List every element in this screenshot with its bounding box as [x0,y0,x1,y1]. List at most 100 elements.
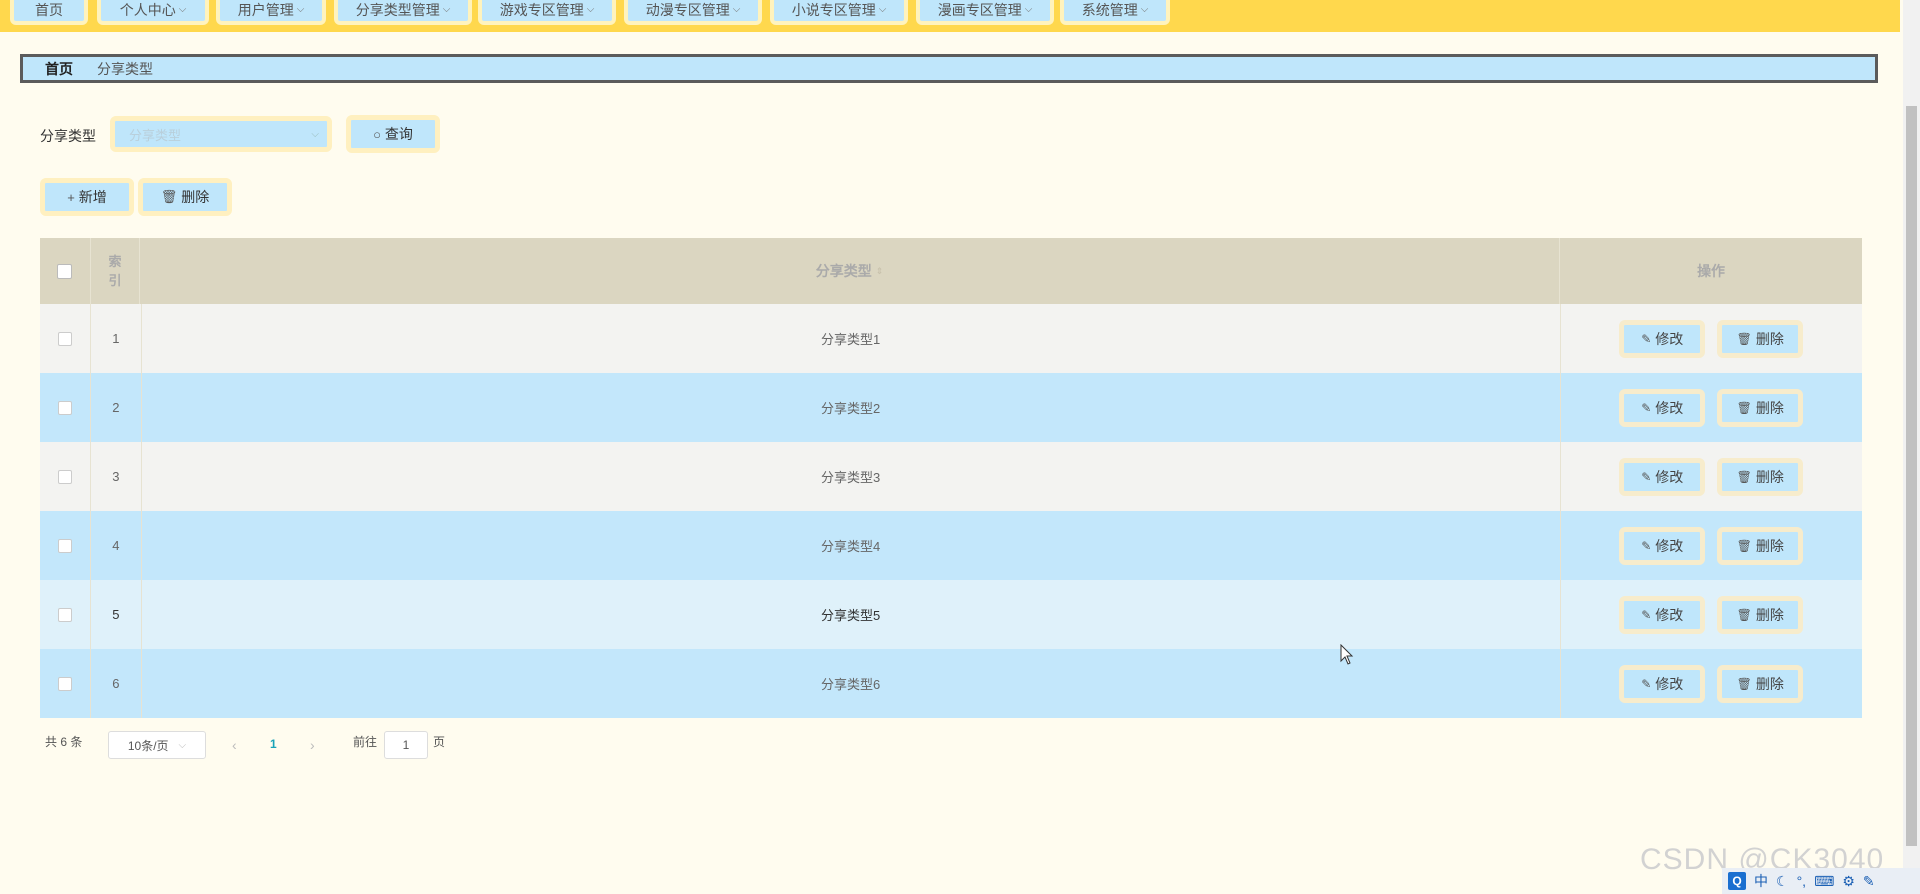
nav-item-label: 小说专区管理 [791,1,876,18]
nav-item-anime-zone-management[interactable]: 动漫专区管理 ⌵ [624,0,762,25]
edit-button[interactable]: ✎ 修改 [1619,457,1706,496]
share-type-search-input[interactable]: 分享类型 ⌵ [110,116,332,152]
page-scrollbar[interactable] [1903,0,1920,894]
delete-button-label: 删除 [1755,399,1784,416]
nav-item-label: 分享类型管理 [355,1,440,18]
plus-icon: + [67,189,75,205]
row-checkbox[interactable] [57,469,72,484]
pagination-total: 共 6 条 [45,733,82,750]
nav-item-comic-zone-management[interactable]: 漫画专区管理 ⌵ [916,0,1054,25]
search-label: 分享类型 [40,128,96,144]
settings-icon[interactable]: ⚙ [1842,873,1855,890]
query-button[interactable]: ○ 查询 [346,115,440,153]
nav-item-home[interactable]: 首页 [10,0,88,25]
row-checkbox[interactable] [57,676,72,691]
next-page-icon[interactable]: › [310,737,315,753]
chevron-down-icon: ⌵ [1024,4,1033,15]
nav-item-share-type-management[interactable]: 分享类型管理 ⌵ [334,0,472,25]
delete-button[interactable]: 🗑 删除 [1717,595,1804,634]
select-all-checkbox[interactable] [57,263,73,279]
edit-button[interactable]: ✎ 修改 [1619,595,1706,634]
nav-item-label: 用户管理 [237,1,294,18]
table-row: 5 分享类型5 ✎ 修改 🗑 删除 [40,580,1862,649]
delete-button-label: 删除 [1755,468,1784,485]
current-page[interactable]: 1 [270,737,277,751]
row-checkbox[interactable] [57,607,72,622]
delete-button-label: 删除 [1755,537,1784,554]
goto-page-value: 1 [402,738,410,752]
row-share-type: 分享类型3 [142,442,1561,511]
edit-icon: ✎ [1641,538,1652,553]
scrollbar-thumb[interactable] [1906,106,1917,846]
row-index: 5 [89,580,142,649]
edit-button[interactable]: ✎ 修改 [1619,526,1706,565]
nav-item-personal-center[interactable]: 个人中心 ⌵ [97,0,209,25]
header-operations: 操作 [1697,263,1726,279]
table-header: 索引 分享类型 ⇕ 操作 [40,238,1862,304]
delete-button[interactable]: 🗑 删除 [1717,388,1804,427]
row-index: 4 [89,511,142,580]
search-input-placeholder: 分享类型 [129,127,182,143]
nav-item-user-management[interactable]: 用户管理 ⌵ [216,0,326,25]
delete-button-label: 删除 [1755,330,1784,347]
bulk-delete-button[interactable]: 🗑 删除 [138,178,232,216]
prev-page-icon[interactable]: ‹ [232,737,237,753]
page-size-value: 10条/页 [127,738,169,753]
row-share-type: 分享类型1 [142,304,1561,373]
row-share-type: 分享类型2 [142,373,1561,442]
table-row: 6 分享类型6 ✎ 修改 🗑 删除 [40,649,1862,718]
nav-item-label: 动漫专区管理 [645,1,730,18]
row-share-type: 分享类型4 [142,511,1561,580]
ime-toolbar: Q 中 ☾ °, ⌨ ⚙ ✎ [1722,868,1920,894]
moon-icon[interactable]: ☾ [1776,873,1789,890]
page-size-select[interactable]: 10条/页 ⌵ [108,731,206,759]
row-checkbox[interactable] [57,538,72,553]
tool-icon[interactable]: ✎ [1863,873,1875,890]
trash-icon: 🗑 [1736,676,1752,691]
edit-button-label: 修改 [1655,399,1684,416]
row-index: 3 [89,442,142,511]
trash-icon: 🗑 [160,189,178,204]
add-button-label: 新增 [78,189,107,205]
breadcrumb-home[interactable]: 首页 [45,59,73,79]
delete-button[interactable]: 🗑 删除 [1717,457,1804,496]
goto-page-input[interactable]: 1 [384,731,428,759]
row-index: 6 [89,649,142,718]
total-count: 6 [60,734,68,749]
edit-button[interactable]: ✎ 修改 [1619,388,1706,427]
keyboard-icon[interactable]: ⌨ [1814,873,1834,890]
edit-icon: ✎ [1641,331,1652,346]
row-checkbox[interactable] [57,400,72,415]
chevron-down-icon: ⌵ [732,4,741,15]
chevron-down-icon: ⌵ [878,4,887,15]
top-nav-bar: 首页 个人中心 ⌵ 用户管理 ⌵ 分享类型管理 ⌵ 游戏专区管理 ⌵ 动漫专区管理 ⌵ 小… [0,0,1900,32]
punctuation-icon[interactable]: °, [1797,873,1807,889]
row-index: 2 [89,373,142,442]
table-row: 2 分享类型2 ✎ 修改 🗑 删除 [40,373,1862,442]
nav-item-game-zone-management[interactable]: 游戏专区管理 ⌵ [478,0,616,25]
sort-icon[interactable]: ⇕ [876,266,884,277]
trash-icon: 🗑 [1736,331,1752,346]
edit-icon: ✎ [1641,400,1652,415]
trash-icon: 🗑 [1736,607,1752,622]
edit-icon: ✎ [1641,469,1652,484]
header-index: 索引 [89,238,140,304]
nav-item-novel-zone-management[interactable]: 小说专区管理 ⌵ [770,0,908,25]
chevron-down-icon: ⌵ [178,4,187,15]
ime-mode[interactable]: 中 [1754,871,1768,891]
edit-button-label: 修改 [1655,537,1684,554]
delete-button[interactable]: 🗑 删除 [1717,664,1804,703]
row-checkbox[interactable] [57,331,72,346]
chevron-down-icon: ⌵ [311,128,319,140]
delete-button-label: 删除 [1755,675,1784,692]
delete-button[interactable]: 🗑 删除 [1717,319,1804,358]
edit-button[interactable]: ✎ 修改 [1619,664,1706,703]
edit-button[interactable]: ✎ 修改 [1619,319,1706,358]
ime-logo-icon[interactable]: Q [1728,872,1746,890]
nav-item-system-management[interactable]: 系统管理 ⌵ [1060,0,1170,25]
delete-button[interactable]: 🗑 删除 [1717,526,1804,565]
table-row: 4 分享类型4 ✎ 修改 🗑 删除 [40,511,1862,580]
header-share-type[interactable]: 分享类型 ⇕ [140,238,1561,304]
nav-item-label: 游戏专区管理 [499,1,584,18]
add-button[interactable]: + 新增 [40,178,134,216]
